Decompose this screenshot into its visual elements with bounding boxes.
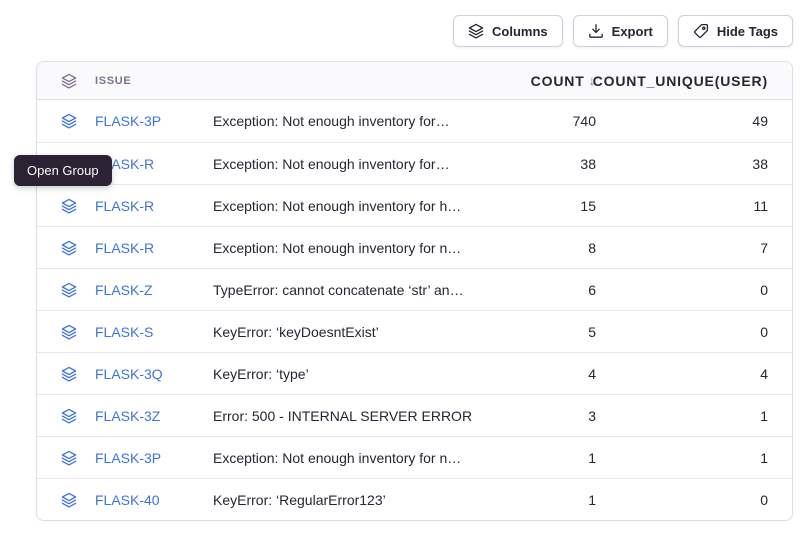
issue-icon-cell xyxy=(37,492,95,508)
issue-id-link[interactable]: FLASK-R xyxy=(95,156,213,172)
count-cell: 3 xyxy=(486,408,596,424)
issue-id-link[interactable]: FLASK-3P xyxy=(95,450,213,466)
issue-title: KeyError: ‘type’ xyxy=(213,366,486,382)
count-column-header[interactable]: COUNT↓ xyxy=(486,73,596,89)
issue-layers-icon[interactable] xyxy=(61,492,77,508)
issue-title: Exception: Not enough inventory for h… xyxy=(213,198,486,214)
issue-icon-cell xyxy=(37,198,95,214)
issue-title: Error: 500 - INTERNAL SERVER ERROR xyxy=(213,408,486,424)
count-unique-cell: 0 xyxy=(596,324,792,340)
issue-layers-icon[interactable] xyxy=(61,450,77,466)
issue-icon-cell xyxy=(37,324,95,340)
count-cell: 4 xyxy=(486,366,596,382)
table-row[interactable]: FLASK-40 KeyError: ‘RegularError123’ 1 0 xyxy=(37,478,792,520)
columns-button[interactable]: Columns xyxy=(453,15,563,47)
table-row[interactable]: FLASK-3Z Error: 500 - INTERNAL SERVER ER… xyxy=(37,394,792,436)
table-row[interactable]: FLASK-Z TypeError: cannot concatenate ‘s… xyxy=(37,268,792,310)
layers-icon xyxy=(61,73,77,89)
export-button-label: Export xyxy=(612,24,653,39)
issue-title: KeyError: ‘RegularError123’ xyxy=(213,492,486,508)
issue-id-link[interactable]: FLASK-3P xyxy=(95,113,213,129)
export-button[interactable]: Export xyxy=(573,15,668,47)
count-unique-cell: 11 xyxy=(596,198,792,214)
issue-id-link[interactable]: FLASK-3Q xyxy=(95,366,213,382)
issue-layers-icon[interactable] xyxy=(61,113,77,129)
issue-column-header[interactable]: ISSUE xyxy=(95,75,213,87)
layers-icon xyxy=(468,23,484,39)
issue-header-icon-cell xyxy=(37,73,95,89)
table-row[interactable]: FLASK-R Exception: Not enough inventory … xyxy=(37,142,792,184)
table-header-row: ISSUE COUNT↓ COUNT_UNIQUE(USER) xyxy=(37,62,792,100)
issue-id-link[interactable]: FLASK-R xyxy=(95,198,213,214)
issue-layers-icon[interactable] xyxy=(61,366,77,382)
issue-icon-cell xyxy=(37,450,95,466)
issues-table: ISSUE COUNT↓ COUNT_UNIQUE(USER) FLASK-3P… xyxy=(36,61,793,521)
issue-layers-icon[interactable] xyxy=(61,240,77,256)
count-unique-cell: 0 xyxy=(596,282,792,298)
count-cell: 740 xyxy=(486,113,596,129)
issue-icon-cell xyxy=(37,240,95,256)
table-row[interactable]: FLASK-S KeyError: ‘keyDoesntExist’ 5 0 xyxy=(37,310,792,352)
issue-id-link[interactable]: FLASK-Z xyxy=(95,282,213,298)
table-row[interactable]: FLASK-3Q KeyError: ‘type’ 4 4 xyxy=(37,352,792,394)
count-cell: 1 xyxy=(486,450,596,466)
issue-title: TypeError: cannot concatenate ‘str’ an… xyxy=(213,282,486,298)
issue-title: Exception: Not enough inventory for… xyxy=(213,156,486,172)
toolbar: Columns Export Hide Tags xyxy=(453,15,793,47)
issue-id-link[interactable]: FLASK-R xyxy=(95,240,213,256)
count-cell: 8 xyxy=(486,240,596,256)
count-unique-cell: 7 xyxy=(596,240,792,256)
open-group-tooltip-label: Open Group xyxy=(27,163,99,178)
issue-icon-cell xyxy=(37,366,95,382)
issue-layers-icon[interactable] xyxy=(61,282,77,298)
download-icon xyxy=(588,23,604,39)
count-unique-cell: 38 xyxy=(596,156,792,172)
count-unique-cell: 4 xyxy=(596,366,792,382)
issue-icon-cell xyxy=(37,408,95,424)
count-unique-cell: 1 xyxy=(596,450,792,466)
count-cell: 38 xyxy=(486,156,596,172)
issue-icon-cell xyxy=(37,113,95,129)
count-cell: 5 xyxy=(486,324,596,340)
count-unique-column-header[interactable]: COUNT_UNIQUE(USER) xyxy=(596,73,792,89)
hide-tags-button-label: Hide Tags xyxy=(717,24,778,39)
issue-title: Exception: Not enough inventory for n… xyxy=(213,450,486,466)
open-group-tooltip: Open Group xyxy=(14,155,112,186)
count-unique-cell: 49 xyxy=(596,113,792,129)
issue-title: KeyError: ‘keyDoesntExist’ xyxy=(213,324,486,340)
count-cell: 6 xyxy=(486,282,596,298)
table-row[interactable]: FLASK-3P Exception: Not enough inventory… xyxy=(37,436,792,478)
table-row[interactable]: FLASK-3P Exception: Not enough inventory… xyxy=(37,100,792,142)
issue-layers-icon[interactable] xyxy=(61,324,77,340)
issue-layers-icon[interactable] xyxy=(61,198,77,214)
issue-title: Exception: Not enough inventory for n… xyxy=(213,240,486,256)
issue-id-link[interactable]: FLASK-40 xyxy=(95,492,213,508)
count-unique-cell: 0 xyxy=(596,492,792,508)
tag-icon xyxy=(693,23,709,39)
issue-layers-icon[interactable] xyxy=(61,408,77,424)
columns-button-label: Columns xyxy=(492,24,548,39)
hide-tags-button[interactable]: Hide Tags xyxy=(678,15,793,47)
count-cell: 15 xyxy=(486,198,596,214)
issue-title: Exception: Not enough inventory for… xyxy=(213,113,486,129)
count-unique-cell: 1 xyxy=(596,408,792,424)
count-cell: 1 xyxy=(486,492,596,508)
issue-id-link[interactable]: FLASK-S xyxy=(95,324,213,340)
issue-id-link[interactable]: FLASK-3Z xyxy=(95,408,213,424)
table-row[interactable]: FLASK-R Exception: Not enough inventory … xyxy=(37,184,792,226)
issue-icon-cell xyxy=(37,282,95,298)
table-row[interactable]: FLASK-R Exception: Not enough inventory … xyxy=(37,226,792,268)
